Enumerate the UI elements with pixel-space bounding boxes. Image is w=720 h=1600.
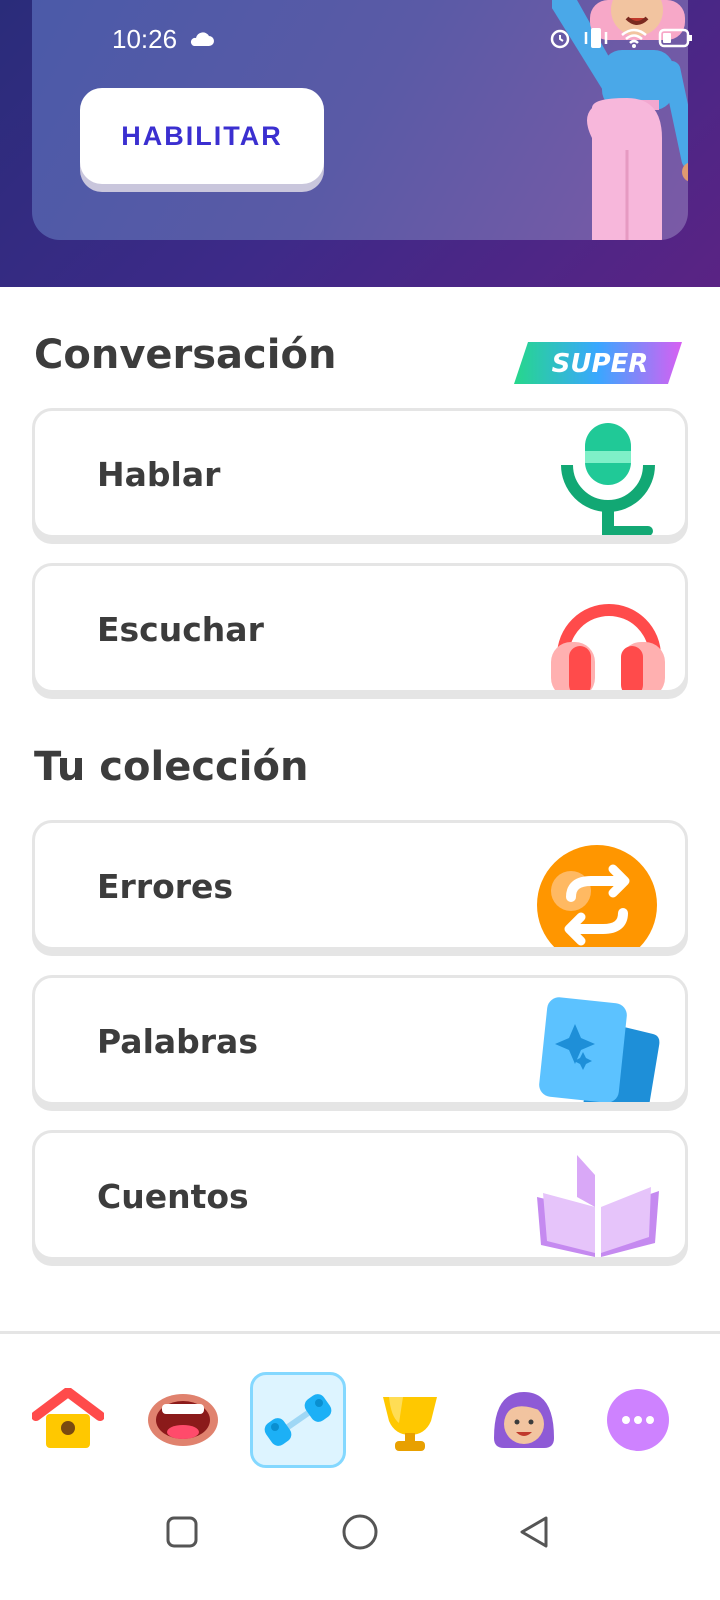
section-title-conversation: Conversación [34,332,337,378]
super-badge: SUPER [514,342,682,384]
alarm-icon [550,29,570,49]
profile-avatar-icon [494,1392,554,1448]
nav-speak[interactable] [135,1372,231,1468]
enable-button[interactable]: HABILITAR [80,88,324,184]
card-errores[interactable]: Errores [32,820,688,950]
nav-profile[interactable] [476,1372,572,1468]
card-label: Escuchar [97,610,264,649]
card-escuchar[interactable]: Escuchar [32,563,688,693]
speak-mouth-icon [148,1394,218,1446]
card-label: Palabras [97,1022,258,1061]
practice-dumbbell-icon [264,1394,332,1446]
hero-banner: 10:26 HABILITAR [0,0,720,287]
status-time: 10:26 [112,24,178,54]
cloud-icon [190,32,214,46]
headphones-icon [551,604,665,690]
card-hablar[interactable]: Hablar [32,408,688,538]
super-badge-text: SUPER [552,349,649,379]
mistakes-refresh-icon [537,845,657,947]
nav-leaderboard[interactable] [362,1372,458,1468]
section-title-collection: Tu colección [34,744,309,790]
nav-home[interactable] [20,1372,116,1468]
system-nav-bar [0,1484,720,1600]
wifi-icon [621,28,647,48]
flashcards-icon [539,997,660,1102]
nav-practice[interactable] [250,1372,346,1468]
status-icons [548,26,694,50]
back-triangle-icon[interactable] [516,1514,552,1550]
home-icon [32,1388,104,1448]
nav-more[interactable] [590,1372,686,1468]
microphone-icon [561,423,655,535]
leaderboard-trophy-icon [383,1397,437,1451]
bottom-nav [0,1334,720,1484]
book-icon [537,1155,659,1257]
vibrate-icon [584,28,608,48]
card-palabras[interactable]: Palabras [32,975,688,1105]
battery-icon [658,28,692,48]
card-label: Errores [97,867,234,906]
recents-square-icon[interactable] [164,1514,200,1550]
card-label: Hablar [97,455,221,494]
more-icon [607,1389,669,1451]
home-circle-icon[interactable] [340,1514,380,1554]
card-cuentos[interactable]: Cuentos [32,1130,688,1260]
card-label: Cuentos [97,1177,249,1216]
